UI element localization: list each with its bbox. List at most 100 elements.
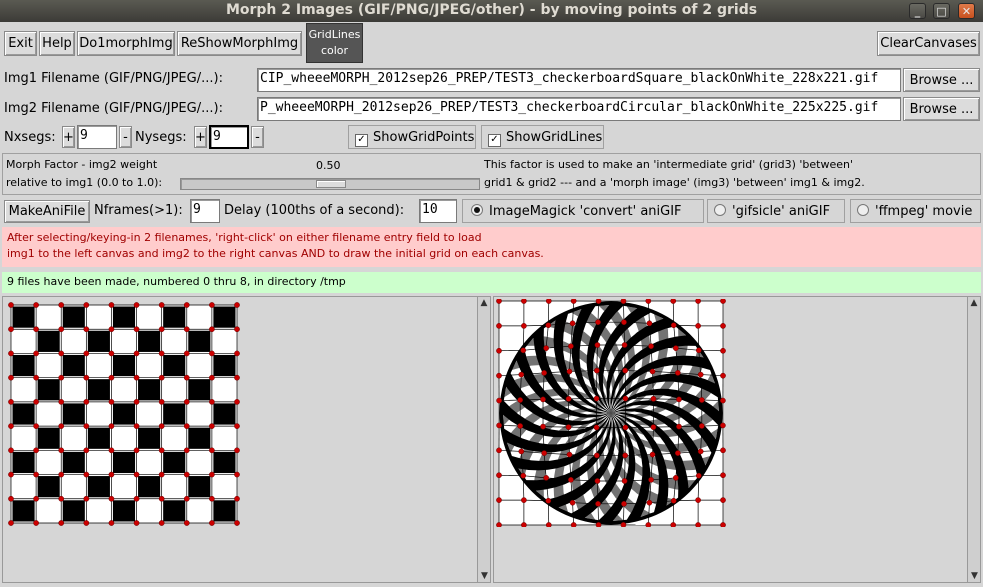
grid-point [648, 343, 654, 350]
grid-point [83, 520, 90, 526]
grid-point [569, 499, 576, 506]
reshow-morph-button[interactable]: ReShowMorphImg [177, 31, 302, 56]
grid-point [649, 368, 656, 375]
grid-point [58, 447, 65, 454]
grid-point [649, 451, 656, 458]
grid-point [158, 423, 165, 429]
checker-square [12, 403, 35, 425]
grid-point [108, 350, 115, 357]
nxsegs-input[interactable]: 9 [77, 125, 117, 149]
left-canvas[interactable]: ▲ ▼ [2, 296, 491, 583]
slider-thumb[interactable] [316, 180, 346, 188]
checker-square [163, 306, 186, 328]
grid-point [8, 326, 14, 333]
grid-point [496, 323, 502, 329]
checker-square [213, 500, 236, 522]
grid-point [594, 452, 600, 459]
gridlines-color-label-2: color [320, 44, 349, 57]
grid-point [568, 476, 574, 483]
grid-point [541, 450, 548, 456]
img1-filename-input[interactable]: CIP_wheeeMORPH_2012sep26_PREP/TEST3_chec… [257, 68, 901, 92]
grid-point [496, 397, 502, 404]
grid-point [33, 471, 39, 478]
nxsegs-minus-button[interactable]: - [119, 126, 132, 148]
scroll-down-icon[interactable]: ▼ [968, 570, 981, 582]
radio-ffmpeg[interactable]: 'ffmpeg' movie [850, 199, 981, 223]
grid-point [695, 497, 701, 503]
checker-square [213, 354, 236, 377]
radio-gifsicle[interactable]: 'gifsicle' aniGIF [707, 199, 845, 223]
browse-img2-button[interactable]: Browse ... [903, 97, 980, 121]
img2-filename-input[interactable]: P_wheeeMORPH_2012sep26_PREP/TEST3_checke… [257, 97, 901, 121]
make-ani-file-button[interactable]: MakeAniFile [4, 200, 90, 223]
grid-point [673, 345, 679, 351]
gridlines-color-button[interactable]: GridLines color [306, 23, 363, 63]
grid-point [674, 370, 681, 376]
grid-point [158, 302, 165, 308]
grid-point [521, 299, 527, 304]
nysegs-label: Nysegs: [135, 130, 187, 145]
info-message: After selecting/keying-in 2 filenames, '… [2, 227, 981, 267]
img2-label: Img2 Filename (GIF/PNG/JPEG/...): [4, 101, 223, 116]
browse-img1-button[interactable]: Browse ... [903, 68, 980, 92]
grid-point [622, 367, 628, 374]
grid-point [645, 299, 652, 304]
grid-point [209, 495, 215, 502]
grid-point [621, 342, 628, 348]
nxsegs-plus-button[interactable]: + [62, 126, 75, 148]
nframes-input[interactable]: 9 [190, 199, 220, 223]
nysegs-plus-button[interactable]: + [194, 126, 207, 148]
morph-description-2: grid1 & grid2 --- and a 'morph image' (i… [484, 176, 865, 189]
show-grid-lines-checkbox[interactable]: ✓ ShowGridLines [481, 125, 604, 149]
grid-point [133, 423, 140, 429]
grid-point [595, 500, 601, 507]
checkmark-icon: ✓ [488, 134, 501, 147]
grid-point [234, 350, 240, 357]
grid-point [670, 299, 677, 304]
scroll-up-icon[interactable]: ▲ [478, 297, 490, 309]
checker-square [112, 451, 136, 474]
grid-point [8, 495, 14, 502]
grid-point [676, 423, 682, 430]
grid-point [568, 343, 574, 350]
grid-point [133, 399, 140, 405]
grid-point [545, 299, 552, 304]
nysegs-input[interactable]: 9 [209, 125, 249, 149]
checker-square [163, 403, 186, 425]
radio-unselected-icon [714, 204, 726, 216]
grid-point [108, 447, 115, 454]
right-canvas[interactable]: ▲ ▼ [493, 296, 981, 583]
right-vertical-scrollbar[interactable]: ▲ ▼ [967, 297, 980, 582]
grid-point [622, 424, 629, 431]
grid-point [621, 500, 627, 507]
grid-point [83, 302, 90, 308]
checker-square [12, 354, 35, 377]
img1-label: Img1 Filename (GIF/PNG/JPEG/...): [4, 71, 223, 86]
nysegs-minus-button[interactable]: - [251, 126, 264, 148]
clear-canvases-button[interactable]: ClearCanvases [877, 31, 980, 56]
delay-input[interactable]: 10 [419, 199, 457, 223]
do-morph-button[interactable]: Do1morphImg [77, 31, 175, 56]
morph-factor-slider[interactable] [180, 178, 480, 190]
grid-point [518, 448, 525, 455]
show-grid-points-checkbox[interactable]: ✓ ShowGridPoints [348, 125, 476, 149]
radio-imagemagick[interactable]: ImageMagick 'convert' aniGIF [462, 199, 704, 223]
grid-point [621, 319, 627, 326]
show-grid-points-label: ShowGridPoints [373, 130, 475, 145]
grid-point [83, 399, 90, 405]
grid-point [670, 322, 677, 329]
left-vertical-scrollbar[interactable]: ▲ ▼ [477, 297, 490, 582]
grid-point [158, 447, 165, 454]
scroll-up-icon[interactable]: ▲ [968, 297, 980, 309]
help-button[interactable]: Help [39, 31, 75, 56]
grid-point [108, 302, 115, 308]
delay-label: Delay (100ths of a second): [224, 203, 405, 218]
grid-point [158, 471, 165, 478]
grid-point [646, 499, 653, 506]
scroll-down-icon[interactable]: ▼ [478, 570, 491, 582]
window-title: Morph 2 Images (GIF/PNG/JPEG/other) - by… [225, 2, 758, 18]
grid-point [234, 326, 240, 333]
exit-button[interactable]: Exit [4, 31, 37, 56]
checker-square [188, 476, 211, 498]
checker-square [12, 500, 35, 522]
